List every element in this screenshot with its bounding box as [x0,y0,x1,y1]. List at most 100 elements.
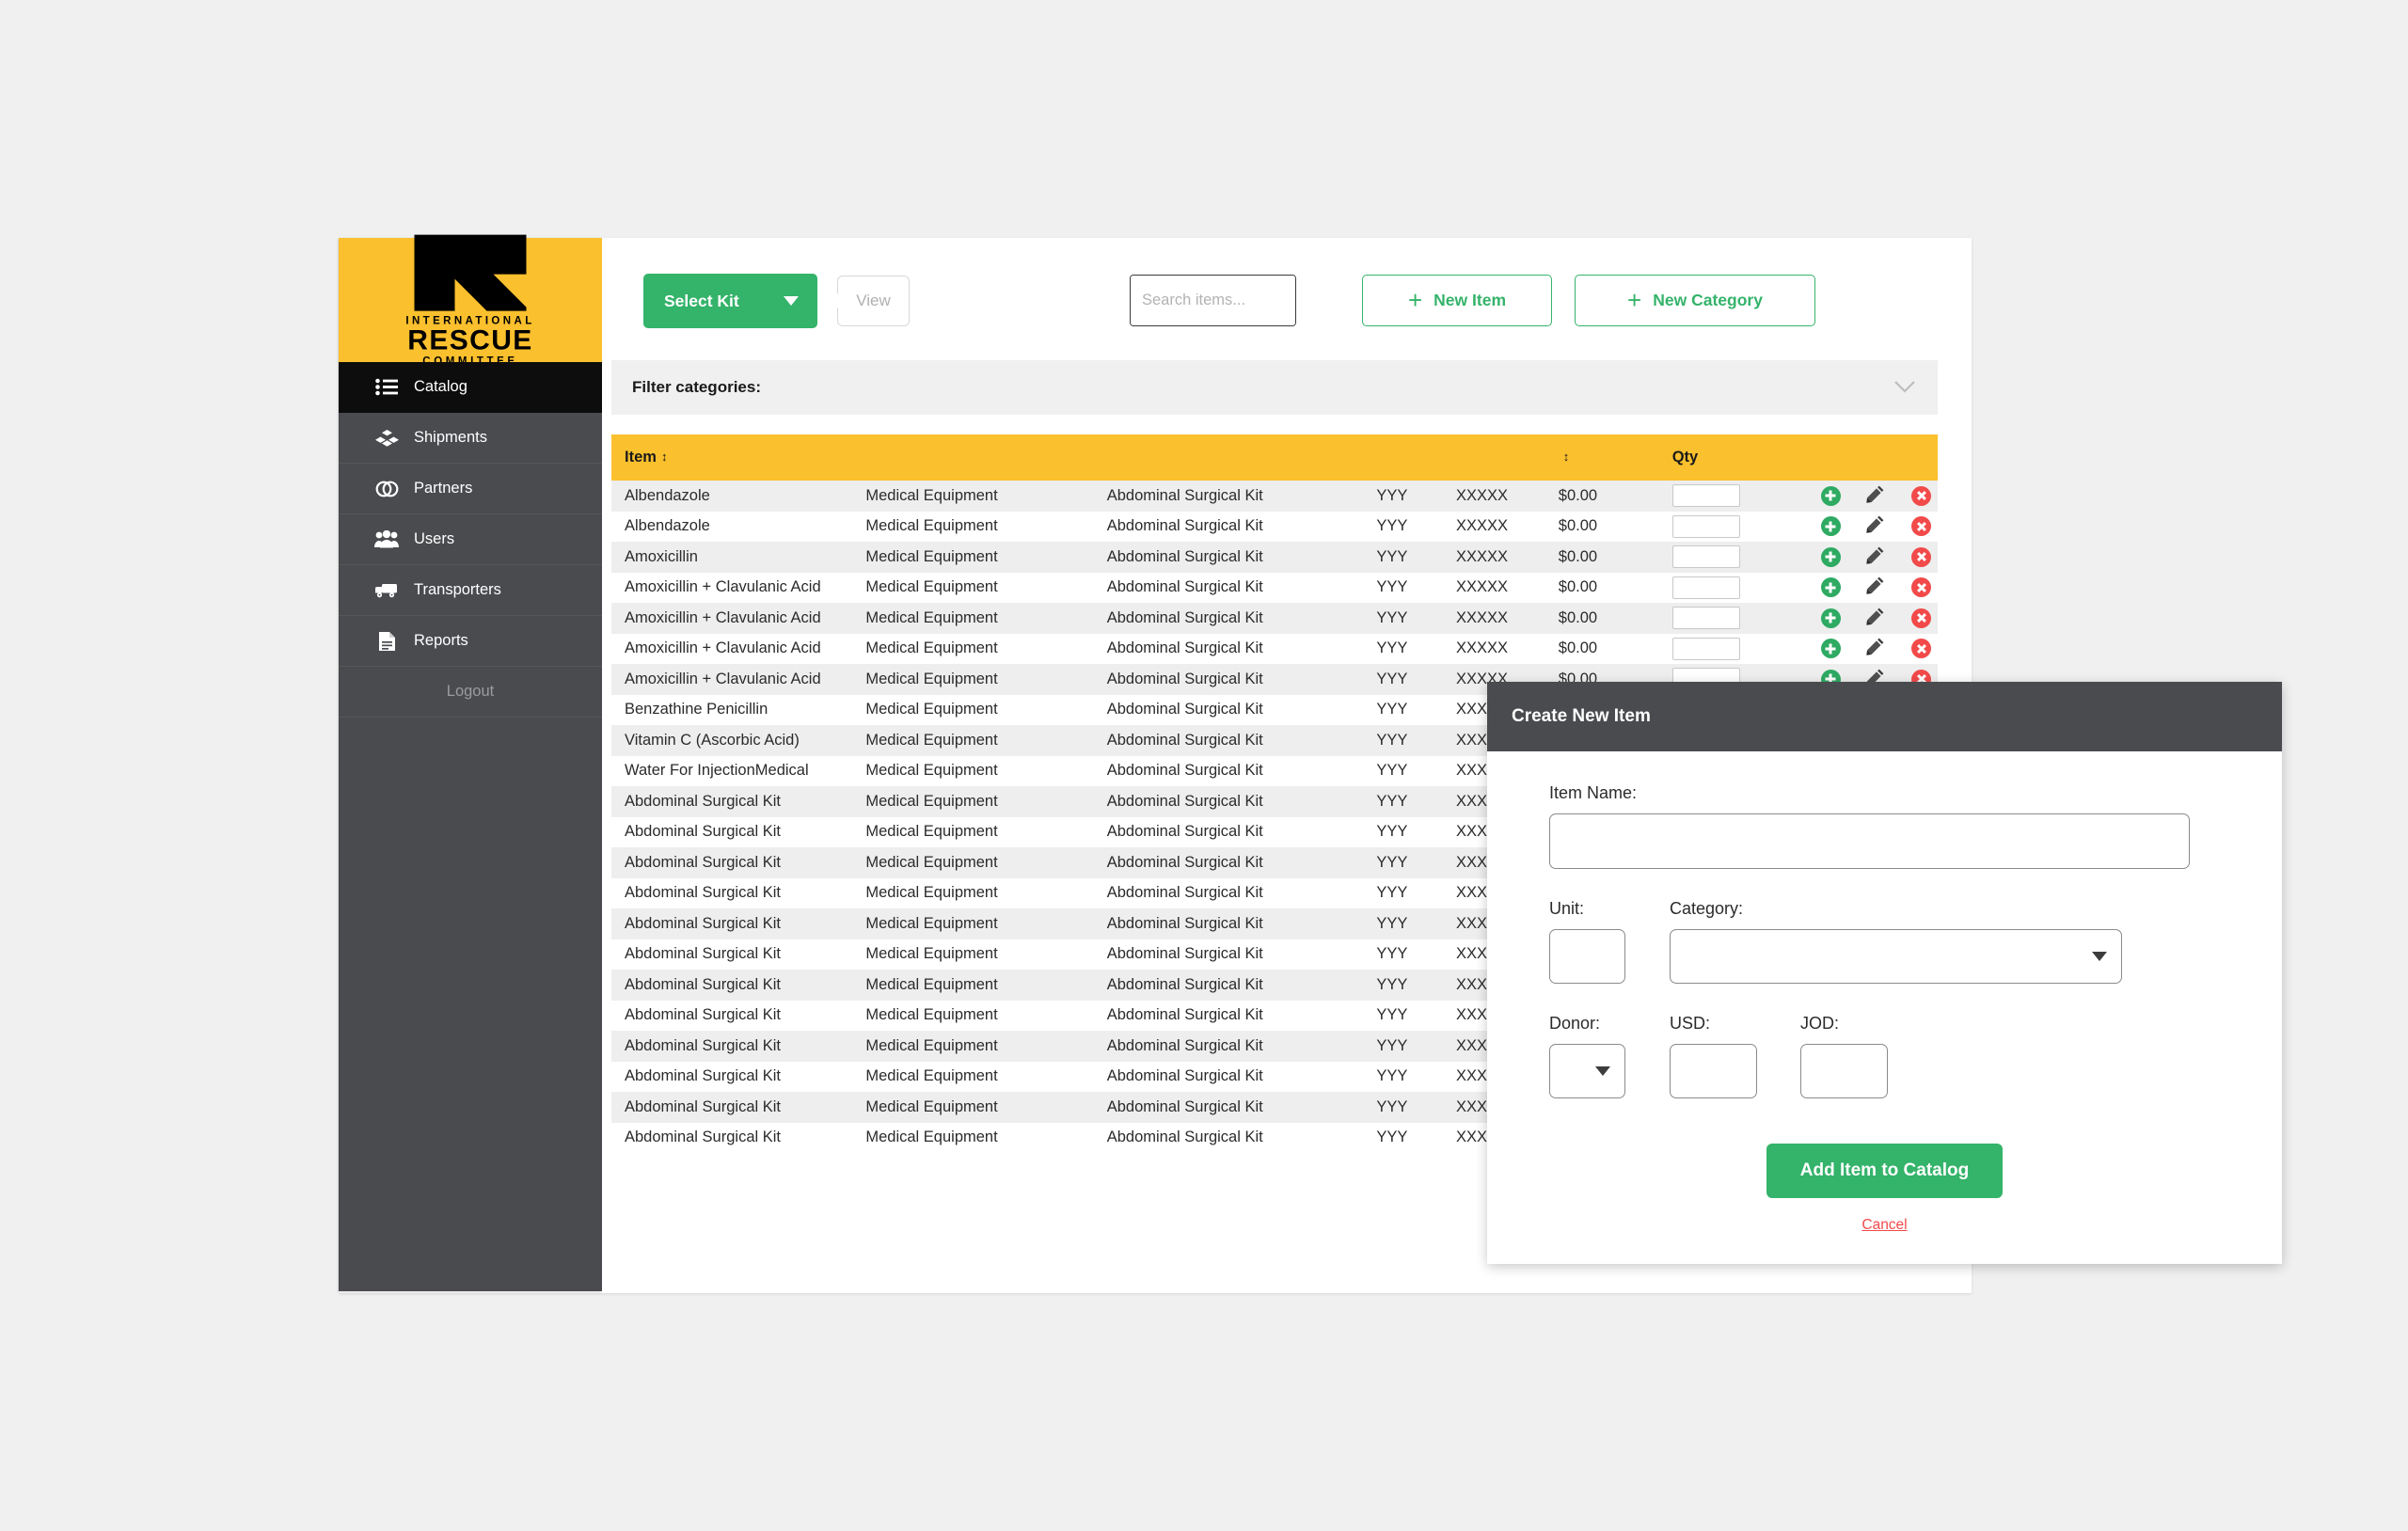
cell-unit: YYY [1363,756,1443,787]
modal-footer: Add Item to Catalog Cancel [1487,1125,2282,1264]
table-row[interactable]: Amoxicillin + Clavulanic AcidMedical Equ… [611,634,1938,665]
delete-icon[interactable] [1911,486,1931,506]
cell-category: Medical Equipment [852,878,1093,909]
add-icon[interactable] [1821,608,1841,628]
cell-description: Abdominal Surgical Kit [1094,756,1364,787]
delete-icon[interactable] [1911,516,1931,536]
cell-unit: YYY [1363,878,1443,909]
qty-input[interactable] [1672,545,1740,568]
col-header-unit[interactable] [1363,434,1443,481]
cell-price: $0.00 [1545,481,1659,512]
category-select[interactable] [1670,929,2122,984]
modal-body: Item Name: Unit: Category: [1487,751,2282,1125]
cell-item: Abdominal Surgical Kit [611,1092,852,1123]
edit-icon[interactable] [1866,551,1885,568]
sidebar-item-partners[interactable]: Partners [339,464,602,514]
cell-description: Abdominal Surgical Kit [1094,664,1364,695]
delete-icon[interactable] [1911,577,1931,597]
sort-arrows-icon: ↕ [661,450,668,463]
sidebar-item-label: Users [414,530,454,548]
table-row[interactable]: Amoxicillin + Clavulanic AcidMedical Equ… [611,573,1938,604]
select-kit-button[interactable]: Select Kit [643,274,817,328]
col-header-delete [1893,434,1938,481]
col-header-item[interactable]: Item ↕ [611,434,852,481]
unit-input[interactable] [1549,929,1625,984]
sidebar-item-users[interactable]: Users [339,514,602,565]
add-icon[interactable] [1821,547,1841,567]
qty-input[interactable] [1672,576,1740,599]
filter-categories-bar[interactable]: Filter categories: [611,360,1938,415]
chevron-down-icon[interactable] [1893,376,1917,399]
new-item-button[interactable]: + New Item [1362,275,1552,326]
sidebar-item-reports[interactable]: Reports [339,616,602,667]
add-icon[interactable] [1821,516,1841,536]
view-button[interactable]: View [837,276,910,326]
irc-arrow-logo-icon [388,233,553,313]
edit-icon[interactable] [1866,612,1885,629]
table-row[interactable]: AmoxicillinMedical EquipmentAbdominal Su… [611,542,1938,573]
col-header-category[interactable] [852,434,1093,481]
qty-input[interactable] [1672,515,1740,538]
cell-unit: YYY [1363,939,1443,971]
cell-qty [1659,512,1801,543]
sidebar-item-logout[interactable]: Logout [339,667,602,718]
delete-icon[interactable] [1911,639,1931,658]
qty-input[interactable] [1672,638,1740,660]
usd-label: USD: [1670,1014,1757,1034]
delete-icon[interactable] [1911,608,1931,628]
cell-add-action [1801,542,1846,573]
sidebar-item-catalog[interactable]: Catalog [339,362,602,413]
delete-icon[interactable] [1911,547,1931,567]
cell-item: Albendazole [611,512,852,543]
edit-icon[interactable] [1866,490,1885,507]
cell-price: $0.00 [1545,603,1659,634]
new-category-button[interactable]: + New Category [1575,275,1815,326]
cell-price: $0.00 [1545,542,1659,573]
cell-unit: YYY [1363,481,1443,512]
edit-icon[interactable] [1866,581,1885,598]
plus-icon: + [1408,288,1422,312]
unit-category-row: Unit: Category: [1549,899,2220,984]
edit-icon[interactable] [1866,520,1885,537]
search-input[interactable] [1131,276,1296,325]
cancel-link[interactable]: Cancel [1861,1217,1907,1234]
qty-input[interactable] [1672,484,1740,507]
add-icon[interactable] [1821,577,1841,597]
usd-input[interactable] [1670,1044,1757,1098]
filter-categories-label: Filter categories: [632,378,761,397]
edit-icon[interactable] [1866,642,1885,659]
create-new-item-modal: Create New Item Item Name: Unit: Catego [1487,682,2282,936]
sidebar-item-label: Partners [414,480,472,497]
cell-category: Medical Equipment [852,1062,1093,1093]
col-header-donor[interactable] [1443,434,1545,481]
item-name-input[interactable] [1549,813,2190,869]
cell-item: Abdominal Surgical Kit [611,1001,852,1032]
qty-input[interactable] [1672,607,1740,629]
jod-input[interactable] [1800,1044,1888,1098]
cell-category: Medical Equipment [852,1031,1093,1062]
search-group [1130,275,1296,326]
col-header-price[interactable]: ↕ [1545,434,1659,481]
donor-select[interactable] [1549,1044,1625,1098]
cell-description: Abdominal Surgical Kit [1094,1001,1364,1032]
cell-description: Abdominal Surgical Kit [1094,695,1364,726]
cell-add-action [1801,481,1846,512]
item-name-label: Item Name: [1549,783,2220,803]
cell-item: Abdominal Surgical Kit [611,1031,852,1062]
col-header-label: Item [625,449,657,466]
cell-description: Abdominal Surgical Kit [1094,725,1364,756]
catalog-table-head: Item↕ ↕ Qty [611,434,1938,481]
table-row[interactable]: AlbendazoleMedical EquipmentAbdominal Su… [611,481,1938,512]
table-row[interactable]: Amoxicillin + Clavulanic AcidMedical Equ… [611,603,1938,634]
add-icon[interactable] [1821,486,1841,506]
col-header-description[interactable] [1094,434,1364,481]
table-row[interactable]: AlbendazoleMedical EquipmentAbdominal Su… [611,512,1938,543]
cell-delete-action [1893,481,1938,512]
add-item-to-catalog-button[interactable]: Add Item to Catalog [1766,1144,2003,1198]
cell-unit: YYY [1363,786,1443,817]
add-icon[interactable] [1821,639,1841,658]
sidebar-item-shipments[interactable]: Shipments [339,413,602,464]
cell-item: Abdominal Surgical Kit [611,878,852,909]
sidebar-item-transporters[interactable]: Transporters [339,565,602,616]
cell-category: Medical Equipment [852,542,1093,573]
